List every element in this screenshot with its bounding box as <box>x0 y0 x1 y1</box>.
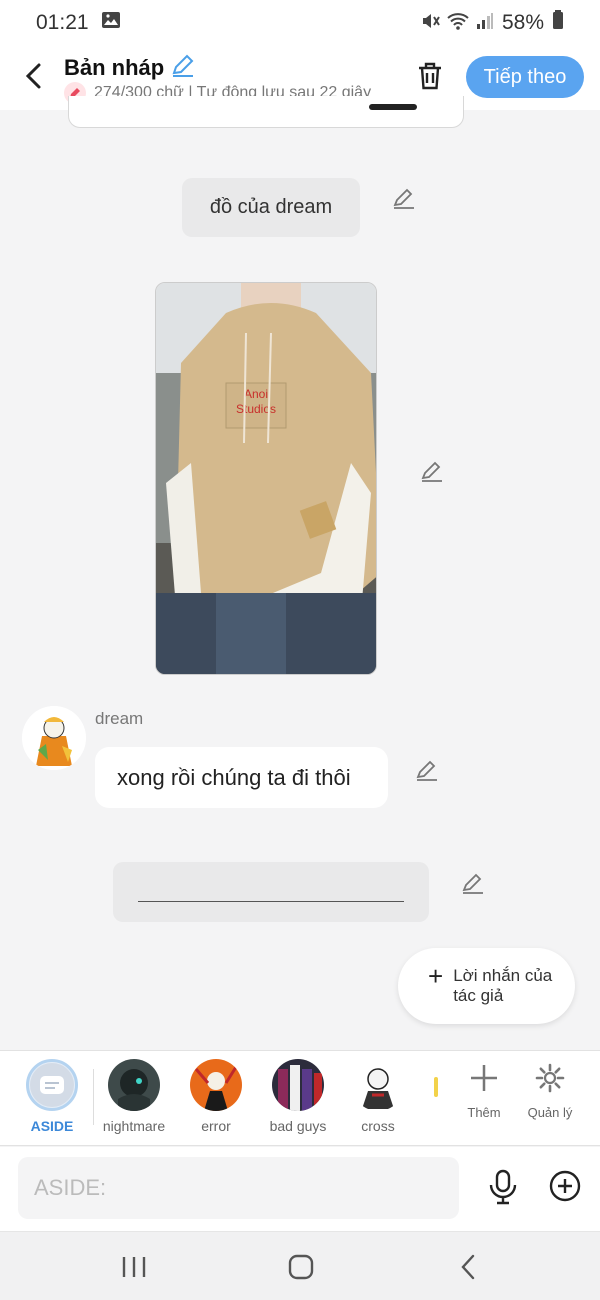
character-message-bubble[interactable]: xong rồi chúng ta đi thôi <box>95 747 388 808</box>
manage-label: Quản lý <box>527 1105 573 1120</box>
next-button[interactable]: Tiếp theo <box>466 56 584 98</box>
trash-icon <box>419 62 441 90</box>
avatar-dream[interactable] <box>22 706 86 770</box>
signal-icon <box>476 12 494 35</box>
system-back-button[interactable] <box>448 1250 488 1284</box>
microphone-icon <box>489 1169 517 1205</box>
svg-text:Anoi: Anoi <box>244 387 268 401</box>
recents-icon <box>122 1257 146 1277</box>
delete-button[interactable] <box>412 58 448 94</box>
home-icon <box>288 1254 314 1280</box>
manage-characters-button[interactable]: Quản lý <box>515 1063 585 1120</box>
recent-apps-button[interactable] <box>114 1250 154 1284</box>
character-bar: ASIDE nightmare error bad guys cross Thê… <box>0 1050 600 1146</box>
edit-message-icon[interactable] <box>391 185 417 211</box>
card-fragment <box>369 104 417 110</box>
status-time: 01:21 <box>36 11 89 34</box>
character-aside[interactable]: ASIDE <box>12 1059 92 1134</box>
back-button[interactable] <box>18 58 48 94</box>
back-icon <box>461 1254 475 1280</box>
character-name: nightmare <box>102 1118 166 1134</box>
scroll-hint <box>434 1077 438 1097</box>
plus-icon <box>471 1065 497 1091</box>
avatar-error <box>190 1059 242 1111</box>
gallery-icon <box>101 11 121 35</box>
home-button[interactable] <box>281 1250 321 1284</box>
edit-message-icon[interactable] <box>460 870 486 896</box>
author-note-button[interactable]: + Lời nhắn của tác giả <box>398 948 575 1024</box>
page-title: Bản nháp <box>64 54 165 80</box>
edit-message-icon[interactable] <box>414 757 440 783</box>
wifi-icon <box>446 11 470 36</box>
add-character-button[interactable]: Thêm <box>449 1063 519 1120</box>
character-error[interactable]: error <box>176 1059 256 1134</box>
character-name: bad guys <box>269 1118 327 1134</box>
speaker-name: dream <box>95 709 144 728</box>
message-input[interactable] <box>18 1157 459 1219</box>
character-bad-guys[interactable]: bad guys <box>258 1059 338 1134</box>
add-media-button[interactable] <box>548 1169 582 1205</box>
battery-icon <box>552 10 564 36</box>
hoodie-photo[interactable]: Anoi Studios <box>155 282 377 675</box>
narration-bubble[interactable]: đồ của dream <box>182 178 360 237</box>
edit-message-icon[interactable] <box>419 458 445 484</box>
character-name: cross <box>361 1118 395 1134</box>
chevron-left-icon <box>25 63 41 89</box>
character-name: ASIDE <box>30 1118 74 1134</box>
author-note-label: Lời nhắn của tác giả <box>453 966 553 1005</box>
mute-icon <box>420 11 440 36</box>
system-navigation <box>0 1231 600 1300</box>
previous-card <box>68 96 464 128</box>
character-name: error <box>201 1118 231 1134</box>
status-bar: 01:21 58% <box>0 0 600 46</box>
gear-icon <box>535 1063 565 1093</box>
aside-icon <box>26 1059 78 1111</box>
plus-icon: + <box>428 960 444 991</box>
composer <box>0 1147 600 1231</box>
avatar-cross <box>352 1059 404 1111</box>
edit-title-icon[interactable] <box>170 52 196 83</box>
character-cross[interactable]: cross <box>338 1059 418 1134</box>
add-label: Thêm <box>467 1105 501 1120</box>
plus-circle-icon <box>549 1170 581 1202</box>
divider-line <box>138 900 404 902</box>
voice-button[interactable] <box>486 1169 520 1205</box>
narration-bubble[interactable] <box>113 862 429 922</box>
avatar-bad-guys <box>272 1059 324 1111</box>
battery-percent: 58% <box>501 11 544 34</box>
title-row: Bản nháp <box>64 52 196 83</box>
avatar-nightmare <box>108 1059 160 1111</box>
character-nightmare[interactable]: nightmare <box>94 1059 174 1134</box>
